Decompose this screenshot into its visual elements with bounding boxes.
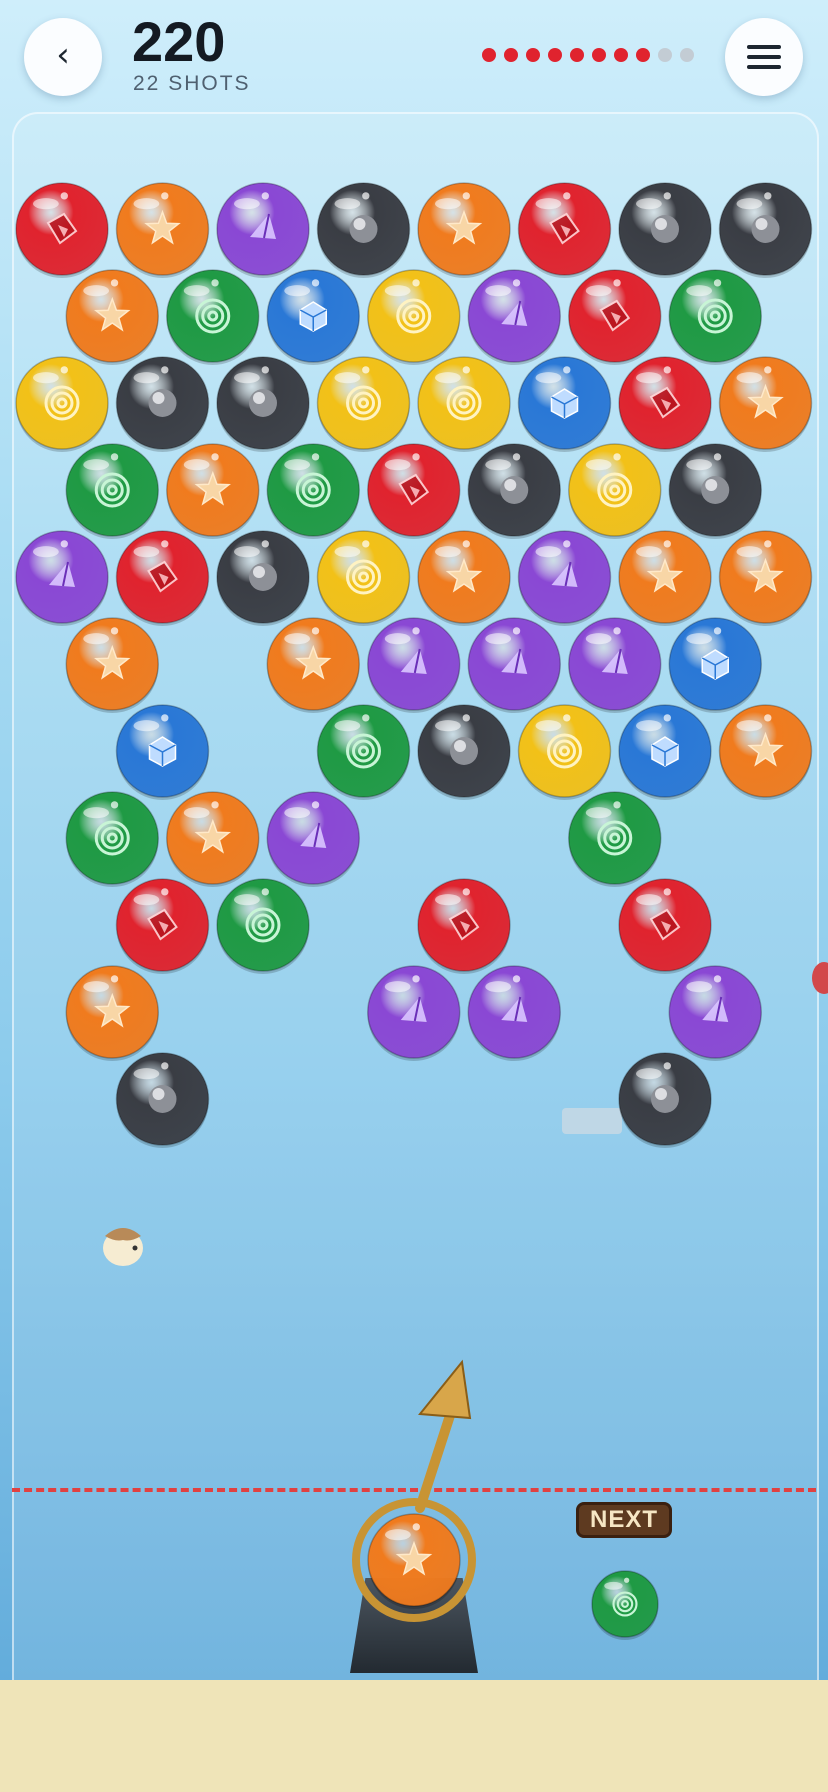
purple-bubble [467, 269, 561, 365]
black-bubble [467, 443, 561, 539]
red-bubble [417, 878, 511, 974]
black-bubble [216, 530, 310, 626]
black-bubble [618, 1052, 712, 1148]
black-bubble [115, 356, 210, 452]
red-bubble [15, 182, 109, 278]
black-bubble [618, 182, 712, 278]
green-bubble [65, 443, 159, 539]
orange-bubble [417, 530, 511, 626]
red-bubble [115, 878, 210, 974]
purple-bubble [15, 530, 109, 626]
green-bubble [316, 704, 411, 800]
blue-bubble [266, 269, 360, 365]
sand-bed [0, 1680, 828, 1792]
yellow-bubble [568, 443, 662, 539]
yellow-bubble [367, 269, 461, 365]
purple-bubble [367, 617, 461, 713]
purple-bubble [367, 965, 461, 1061]
black-bubble [718, 182, 813, 278]
blue-bubble [618, 704, 712, 800]
yellow-bubble [15, 356, 109, 452]
black-bubble [216, 356, 310, 452]
yellow-bubble [316, 356, 411, 452]
green-bubble [266, 443, 360, 539]
red-bubble [568, 269, 662, 365]
black-bubble [668, 443, 762, 539]
red-bubble [115, 530, 210, 626]
purple-bubble [568, 617, 662, 713]
orange-bubble [718, 530, 813, 626]
orange-bubble [65, 269, 159, 365]
launcher-base [350, 1578, 478, 1673]
green-bubble [166, 269, 260, 365]
purple-bubble [517, 530, 612, 626]
danger-line [12, 1488, 816, 1492]
orange-bubble [166, 791, 260, 887]
red-bubble [618, 878, 712, 974]
orange-bubble [266, 617, 360, 713]
red-bubble [367, 443, 461, 539]
orange-bubble [65, 965, 159, 1061]
purple-bubble [467, 617, 561, 713]
purple-bubble [266, 791, 360, 887]
orange-bubble [718, 704, 813, 800]
orange-bubble [618, 530, 712, 626]
red-bubble [517, 182, 612, 278]
yellow-bubble [517, 704, 612, 800]
next-bubble-label: NEXT [576, 1502, 672, 1538]
orange-bubble [718, 356, 813, 452]
orange-bubble [417, 182, 511, 278]
orange-bubble [166, 443, 260, 539]
orange-bubble [115, 182, 210, 278]
purple-bubble [668, 965, 762, 1061]
green-bubble [65, 791, 159, 887]
black-bubble [417, 704, 511, 800]
purple-bubble [467, 965, 561, 1061]
blue-bubble [517, 356, 612, 452]
green-bubble [216, 878, 310, 974]
yellow-bubble [417, 356, 511, 452]
yellow-bubble [316, 530, 411, 626]
blue-bubble [668, 617, 762, 713]
green-bubble [668, 269, 762, 365]
green-bubble [568, 791, 662, 887]
red-bubble [618, 356, 712, 452]
orange-bubble [65, 617, 159, 713]
blue-bubble [115, 704, 210, 800]
bubble-field [15, 182, 813, 1148]
black-bubble [115, 1052, 210, 1148]
purple-bubble [216, 182, 310, 278]
black-bubble [316, 182, 411, 278]
